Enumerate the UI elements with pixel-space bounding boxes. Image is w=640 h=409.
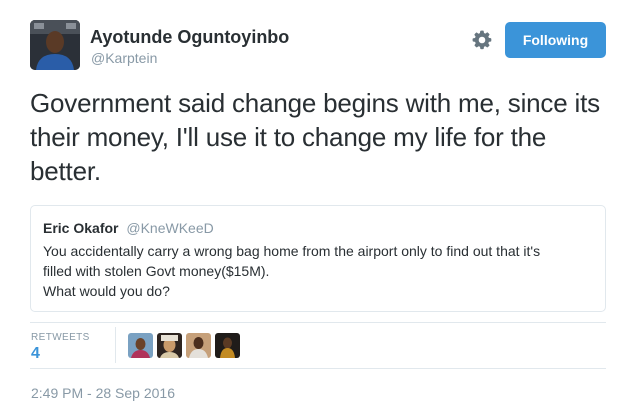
retweeter-avatar[interactable] [157,333,182,358]
retweeter-avatars [128,333,240,358]
stats-bottom-divider [30,368,606,369]
stats-separator [115,327,116,363]
quoted-tweet-header: Eric Okafor @KneWKeeD [43,220,593,236]
quoted-author-name[interactable]: Eric Okafor [43,220,118,236]
gear-icon[interactable] [470,28,494,52]
retweets-label: RETWEETS [31,332,90,343]
quoted-tweet-text: You accidentally carry a wrong bag home … [43,241,593,301]
following-button[interactable]: Following [505,22,606,58]
author-avatar[interactable] [30,20,80,70]
retweeter-avatar[interactable] [186,333,211,358]
author-name[interactable]: Ayotunde Oguntoyinbo [90,27,289,48]
tweet-timestamp[interactable]: 2:49 PM - 28 Sep 2016 [31,385,175,401]
quoted-tweet-line: What would you do? [43,283,170,299]
tweet-text: Government said change begins with me, s… [30,88,600,186]
stats-top-divider [30,322,606,323]
retweeter-avatar[interactable] [128,333,153,358]
quoted-tweet-line: filled with stolen Govt money($15M). [43,263,270,279]
quoted-tweet-card[interactable]: Eric Okafor @KneWKeeD You accidentally c… [30,205,606,312]
quoted-author-handle[interactable]: @KneWKeeD [126,220,213,236]
author-handle[interactable]: @Karptein [91,50,157,66]
retweeter-avatar[interactable] [215,333,240,358]
retweets-count[interactable]: 4 [31,345,40,363]
quoted-tweet-line: You accidentally carry a wrong bag home … [43,243,541,259]
